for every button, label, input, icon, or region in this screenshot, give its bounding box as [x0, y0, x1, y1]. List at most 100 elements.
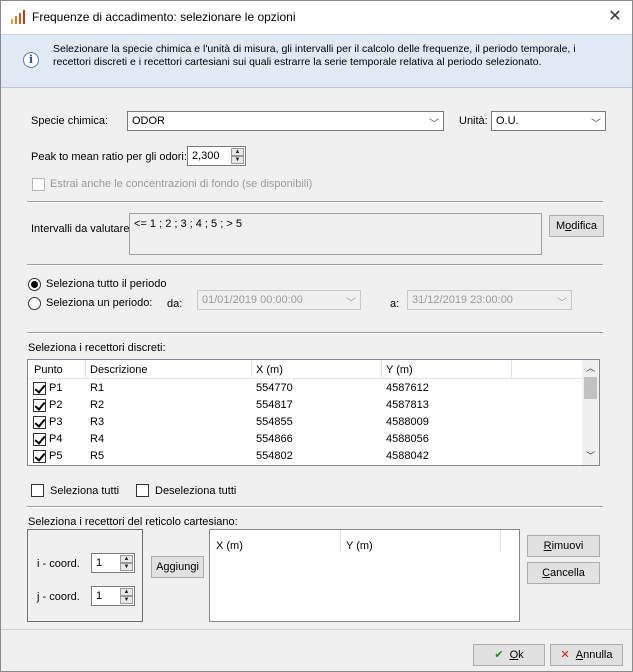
- ok-button[interactable]: ✔ Ok: [473, 644, 545, 666]
- scroll-down-icon[interactable]: ﹀: [582, 448, 599, 465]
- ok-label-accel: O: [509, 649, 519, 661]
- to-datetime[interactable]: 31/12/2019 23:00:00 ﹀: [407, 290, 572, 310]
- cell-punto: P3: [49, 416, 63, 428]
- from-value: 01/01/2019 00:00:00: [202, 294, 303, 306]
- grid-header: Punto Descrizione X (m) Y (m): [28, 360, 583, 379]
- i-coord-value: 1: [96, 557, 103, 569]
- add-button[interactable]: Aggiungi: [151, 556, 204, 578]
- cancel-label-accel: A: [575, 649, 584, 661]
- ok-label-rest: k: [518, 649, 524, 661]
- peak-label: Peak to mean ratio per gli odori:: [31, 151, 187, 163]
- cell-descrizione: R2: [90, 399, 105, 411]
- table-row[interactable]: P1 R1 554770 4587612: [28, 380, 583, 397]
- cell-punto: P5: [49, 450, 63, 462]
- arrow-up-icon[interactable]: ▲: [231, 148, 244, 156]
- unit-combobox[interactable]: O.U. ﹀: [491, 111, 606, 131]
- info-icon: i: [23, 52, 39, 68]
- species-combobox[interactable]: ODOR ﹀: [127, 111, 444, 131]
- close-button[interactable]: ✕: [604, 6, 626, 28]
- cell-y: 4588042: [386, 450, 429, 462]
- table-row[interactable]: P2 R2 554817 4587813: [28, 397, 583, 414]
- stepper-buttons[interactable]: ▲ ▼: [120, 588, 133, 604]
- modify-label-prefix: M: [556, 220, 566, 232]
- cell-y: 4587612: [386, 382, 429, 394]
- arrow-down-icon[interactable]: ▼: [231, 156, 244, 164]
- cancel-button[interactable]: ✕ Annulla: [550, 644, 623, 666]
- clear-label-accel: C: [542, 567, 551, 579]
- col-divider: [340, 530, 341, 552]
- modify-label-suffix: difica: [571, 220, 597, 232]
- discrete-label: Seleziona i recettori discreti:: [28, 342, 166, 354]
- row-checkbox[interactable]: [33, 382, 46, 395]
- arrow-up-icon[interactable]: ▲: [120, 588, 133, 596]
- row-checkbox[interactable]: [33, 416, 46, 429]
- chevron-down-icon: ﹀: [557, 298, 567, 309]
- row-checkbox[interactable]: [33, 450, 46, 463]
- vertical-scrollbar[interactable]: ︿ ﹀: [582, 360, 599, 465]
- table-row[interactable]: P6 R6 554840 4588366: [28, 464, 583, 465]
- arrow-down-icon[interactable]: ▼: [120, 596, 133, 604]
- background-checkbox[interactable]: [32, 178, 45, 191]
- radio-all-period[interactable]: [28, 278, 41, 291]
- col-x[interactable]: X (m): [216, 540, 243, 552]
- col-y[interactable]: Y (m): [386, 364, 413, 376]
- to-label: a:: [390, 298, 400, 310]
- arrow-up-icon[interactable]: ▲: [120, 555, 133, 563]
- stepper-buttons[interactable]: ▲ ▼: [231, 148, 244, 164]
- chevron-down-icon: ﹀: [591, 119, 601, 130]
- cell-punto: P4: [49, 433, 63, 445]
- divider: [27, 264, 603, 266]
- col-punto[interactable]: Punto: [34, 364, 63, 376]
- i-coord-stepper[interactable]: 1 ▲ ▼: [91, 553, 135, 573]
- col-divider: [251, 360, 252, 379]
- table-row[interactable]: P5 R5 554802 4588042: [28, 448, 583, 465]
- divider: [27, 201, 603, 203]
- stepper-buttons[interactable]: ▲ ▼: [120, 555, 133, 571]
- table-row[interactable]: P3 R3 554855 4588009: [28, 414, 583, 431]
- scroll-up-icon[interactable]: ︿: [582, 360, 599, 377]
- radio-select-period[interactable]: [28, 297, 41, 310]
- cell-descrizione: R5: [90, 450, 105, 462]
- cell-y: 4588056: [386, 433, 429, 445]
- cartesian-receptors-list[interactable]: X (m) Y (m): [209, 529, 520, 622]
- bar-chart-icon: [11, 10, 27, 24]
- intervals-display: <= 1 ; 2 ; 3 ; 4 ; 5 ; > 5: [129, 213, 542, 255]
- col-descrizione[interactable]: Descrizione: [90, 364, 147, 376]
- j-coord-value: 1: [96, 590, 103, 602]
- row-checkbox[interactable]: [33, 433, 46, 446]
- col-divider: [381, 360, 382, 379]
- select-all-label: Seleziona tutti: [50, 485, 120, 497]
- col-y[interactable]: Y (m): [346, 540, 373, 552]
- scroll-thumb[interactable]: [584, 377, 597, 399]
- col-divider: [511, 360, 512, 379]
- close-icon: ✕: [608, 8, 622, 25]
- chevron-down-icon: ﹀: [346, 298, 356, 309]
- col-x[interactable]: X (m): [256, 364, 283, 376]
- modify-button[interactable]: Modifica: [549, 215, 604, 237]
- cell-descrizione: R4: [90, 433, 105, 445]
- cell-x: 554817: [256, 399, 293, 411]
- clear-button[interactable]: Cancella: [527, 562, 600, 584]
- chevron-down-icon: ﹀: [429, 119, 439, 130]
- window-title: Frequenze di accadimento: selezionare le…: [32, 10, 296, 24]
- remove-button[interactable]: Rimuovi: [527, 535, 600, 557]
- to-value: 31/12/2019 23:00:00: [412, 294, 513, 306]
- discrete-receptors-grid[interactable]: Punto Descrizione X (m) Y (m) P1 R1 5547…: [27, 359, 600, 466]
- from-datetime[interactable]: 01/01/2019 00:00:00 ﹀: [197, 290, 361, 310]
- cell-punto: P2: [49, 399, 63, 411]
- table-row[interactable]: P4 R4 554866 4588056: [28, 431, 583, 448]
- cell-descrizione: R1: [90, 382, 105, 394]
- remove-label-rest: imuovi: [551, 540, 584, 552]
- row-checkbox[interactable]: [33, 399, 46, 412]
- j-coord-stepper[interactable]: 1 ▲ ▼: [91, 586, 135, 606]
- deselect-all-checkbox[interactable]: [136, 484, 149, 497]
- arrow-down-icon[interactable]: ▼: [120, 563, 133, 571]
- peak-stepper[interactable]: 2,300 ▲ ▼: [187, 146, 246, 166]
- divider: [27, 332, 603, 334]
- col-divider: [500, 530, 501, 552]
- clear-label-rest: ancella: [550, 567, 585, 579]
- select-all-checkbox[interactable]: [31, 484, 44, 497]
- cell-punto: P1: [49, 382, 63, 394]
- cartesian-label: Seleziona i recettori del reticolo carte…: [28, 516, 238, 528]
- x-icon: ✕: [560, 649, 570, 661]
